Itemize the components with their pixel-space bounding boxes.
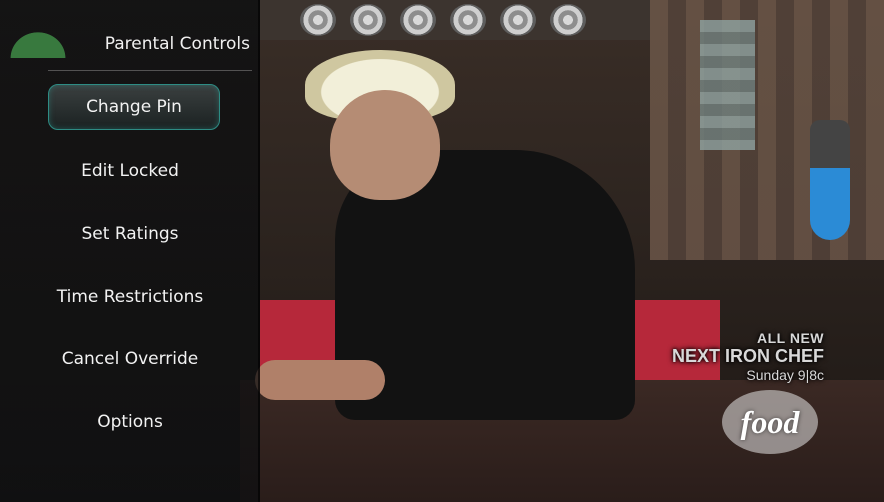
chef-arm	[255, 360, 385, 400]
promo-line-2: NEXT IRON CHEF	[671, 346, 824, 366]
hubcap-decoration	[350, 4, 386, 36]
chef-head	[330, 90, 440, 200]
network-logo-text: food	[740, 403, 800, 440]
hubcap-decoration	[400, 4, 436, 36]
hubcap-decoration	[450, 4, 486, 36]
menu-item-edit-locked[interactable]: Edit Locked	[0, 148, 260, 194]
show-promo-overlay: ALL NEW NEXT IRON CHEF Sunday 9|8c	[672, 330, 824, 383]
guitar	[810, 120, 850, 240]
network-logo: food	[722, 390, 818, 454]
menu-item-label: Options	[97, 412, 163, 432]
promo-line-1: ALL NEW	[756, 330, 824, 346]
menu-item-label: Edit Locked	[81, 161, 179, 181]
glass-tile-wall	[700, 20, 755, 150]
promo-line-3: Sunday 9|8c	[746, 367, 824, 383]
menu-item-cancel-override[interactable]: Cancel Override	[0, 336, 260, 382]
menu-divider	[48, 70, 252, 71]
menu-item-options[interactable]: Options	[0, 399, 260, 445]
hubcap-decoration	[550, 4, 586, 36]
menu-item-set-ratings[interactable]: Set Ratings	[0, 211, 260, 257]
hubcap-shelf	[260, 0, 660, 40]
menu-item-label: Cancel Override	[61, 349, 199, 369]
hubcap-decoration	[500, 4, 536, 36]
menu-item-label: Change Pin	[86, 97, 182, 117]
menu-item-change-pin[interactable]: Change Pin	[48, 84, 220, 130]
menu-item-label: Set Ratings	[81, 224, 179, 244]
parental-controls-menu: Parental Controls Change Pin Edit Locked…	[0, 0, 260, 502]
hubcap-decoration	[300, 4, 336, 36]
menu-item-label: Time Restrictions	[56, 287, 204, 307]
tv-screen: ALL NEW NEXT IRON CHEF Sunday 9|8c food …	[0, 0, 884, 502]
menu-title: Parental Controls	[104, 34, 250, 54]
menu-item-time-restrictions[interactable]: Time Restrictions	[0, 274, 260, 320]
